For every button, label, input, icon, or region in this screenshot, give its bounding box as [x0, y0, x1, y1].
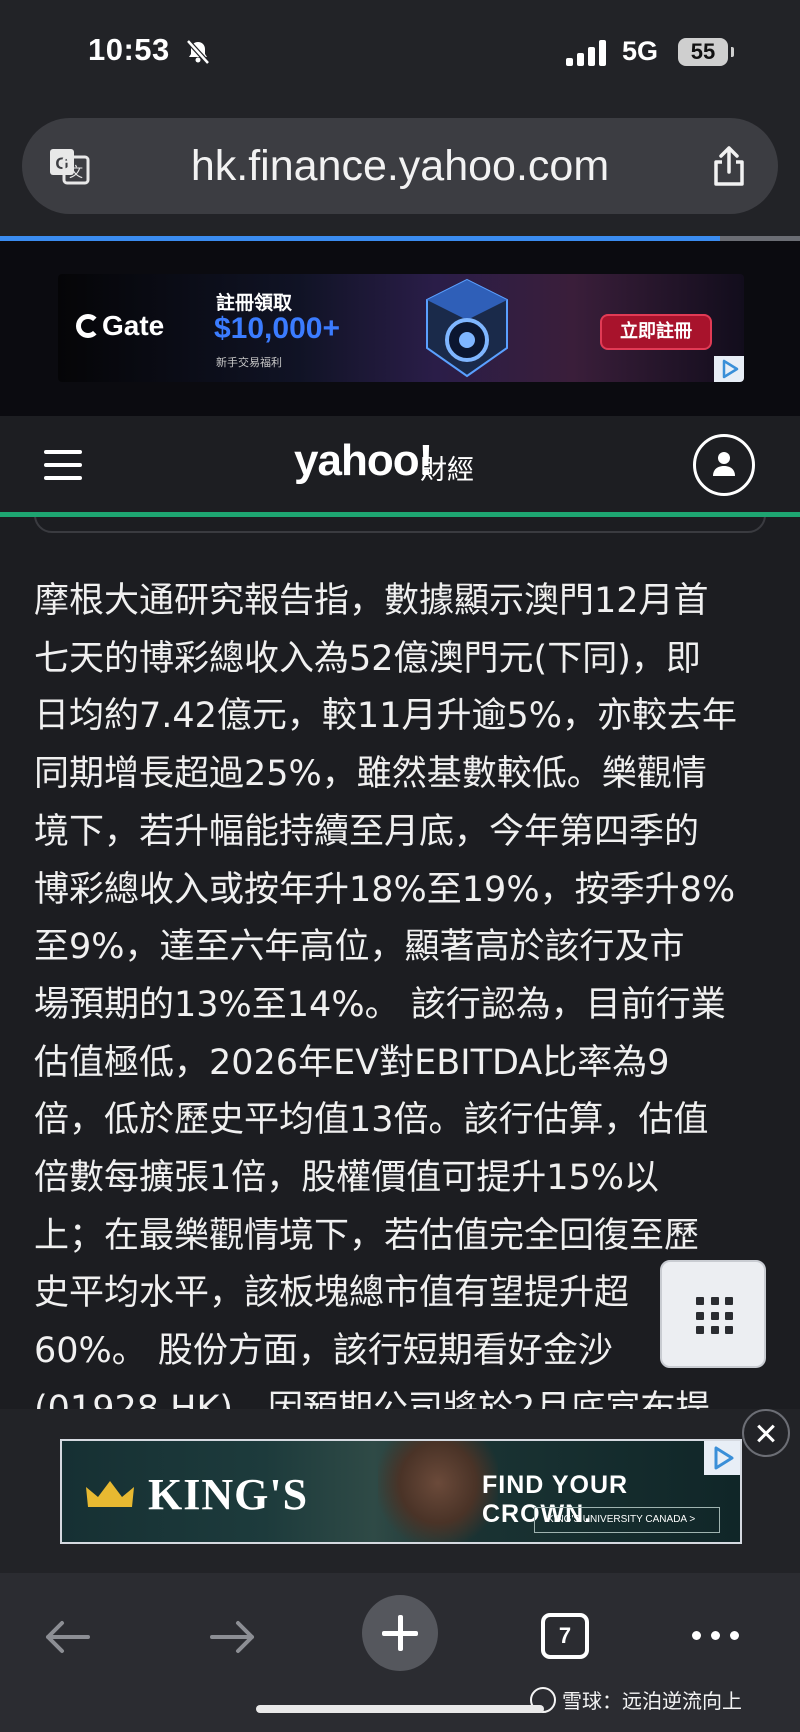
- adchoices-icon[interactable]: [714, 356, 744, 382]
- status-time: 10:53: [88, 32, 170, 67]
- network-type: 5G: [622, 36, 659, 66]
- article-line: 倍數每擴張1倍，股權價值可提升15%以: [34, 1158, 660, 1199]
- gate-logo: Gate: [76, 310, 164, 342]
- kings-logo-text: KING'S: [148, 1470, 309, 1519]
- section-name: 財經: [420, 455, 474, 486]
- top-banner-ad[interactable]: Gate 註冊領取 $10,000+ 新手交易福利 立即註冊: [0, 241, 800, 416]
- article-line: 境下，若升幅能持續至月底，今年第四季的: [34, 811, 700, 852]
- address-bar[interactable]: G 文 hk.finance.yahoo.com: [22, 118, 778, 214]
- grid-icon: [696, 1297, 734, 1335]
- battery-icon: 55: [678, 38, 734, 66]
- home-indicator[interactable]: [256, 1705, 544, 1713]
- article-line: (01928.HK)，因預期公司將於2月底宣布提: [34, 1388, 711, 1409]
- bottom-banner-ad[interactable]: KING'S FIND YOUR CROWN. KING'S UNIVERSIT…: [0, 1409, 800, 1573]
- ad-headline: 註冊領取: [216, 292, 293, 314]
- close-icon[interactable]: [742, 1409, 790, 1457]
- adchoices-icon[interactable]: [704, 1441, 740, 1475]
- article-line: 估值極低，2026年EV對EBITDA比率為9: [34, 1042, 670, 1083]
- share-icon[interactable]: [710, 144, 748, 188]
- crypto-cube-graphic: [426, 278, 508, 378]
- article-line: 上；在最樂觀情境下，若估值完全回復至歷: [34, 1215, 700, 1256]
- silent-bell-icon: [186, 39, 210, 65]
- status-bar: 10:53 5G 55: [0, 0, 800, 110]
- ad-photo: [378, 1441, 498, 1542]
- kings-ad[interactable]: KING'S FIND YOUR CROWN. KING'S UNIVERSIT…: [60, 1439, 742, 1544]
- menu-icon[interactable]: [44, 450, 82, 480]
- article-line: 倍，低於歷史平均值13倍。該行估算，估值: [34, 1100, 709, 1141]
- article-line: 博彩總收入或按年升18%至19%，按季升8%: [34, 869, 736, 910]
- back-arrow-icon[interactable]: [42, 1617, 92, 1657]
- article-body: 摩根大通研究報告指，數據顯示澳門12月首 七天的博彩總收入為52億澳門元(下同)…: [34, 573, 766, 1409]
- watermark: 雪球：远泊逆流向上: [530, 1685, 742, 1714]
- gate-ad[interactable]: Gate 註冊領取 $10,000+ 新手交易福利 立即註冊: [58, 274, 744, 382]
- account-button[interactable]: [693, 434, 755, 496]
- article-line: 摩根大通研究報告指，數據顯示澳門12月首: [34, 581, 709, 621]
- site-header: yahoo! 財經: [0, 416, 800, 512]
- article-line: 場預期的13%至14%。 該行認為，目前行業: [34, 984, 726, 1025]
- watermark-text: 雪球：远泊逆流向上: [562, 1689, 742, 1713]
- url-text[interactable]: hk.finance.yahoo.com: [22, 142, 778, 191]
- browser-toolbar: 7 雪球：远泊逆流向上: [0, 1573, 800, 1732]
- ad-fine-print: 新手交易福利: [216, 356, 282, 369]
- ad-register-button[interactable]: 立即註冊: [600, 314, 712, 350]
- yahoo-logo[interactable]: yahoo!: [294, 436, 433, 486]
- article-line: 日均約7.42億元，較11月升逾5%，亦較去年: [34, 696, 737, 737]
- browser-address-area: G 文 hk.finance.yahoo.com: [0, 110, 800, 238]
- article-line: 60%。 股份方面，該行短期看好金沙: [34, 1331, 613, 1372]
- crown-icon: [86, 1481, 134, 1507]
- article-line: 同期增長超過25%，雖然基數較低。樂觀情: [34, 754, 707, 795]
- article-line: 至9%，達至六年高位，顯著高於該行及市: [34, 927, 685, 968]
- floating-grid-button[interactable]: [660, 1260, 766, 1368]
- new-tab-button[interactable]: [362, 1595, 438, 1671]
- more-options-icon[interactable]: [692, 1631, 739, 1640]
- ad-amount: $10,000+: [214, 312, 340, 345]
- forward-arrow-icon[interactable]: [208, 1617, 258, 1657]
- article-line: 七天的博彩總收入為52億澳門元(下同)，即: [34, 638, 701, 679]
- signal-icon: [566, 40, 606, 66]
- account-icon: [713, 452, 735, 476]
- kings-link[interactable]: KING'S UNIVERSITY CANADA >: [534, 1507, 720, 1533]
- previous-card-edge: [34, 517, 766, 533]
- tab-switcher-button[interactable]: 7: [541, 1613, 589, 1659]
- article-line: 史平均水平，該板塊總市值有望提升超: [34, 1273, 630, 1314]
